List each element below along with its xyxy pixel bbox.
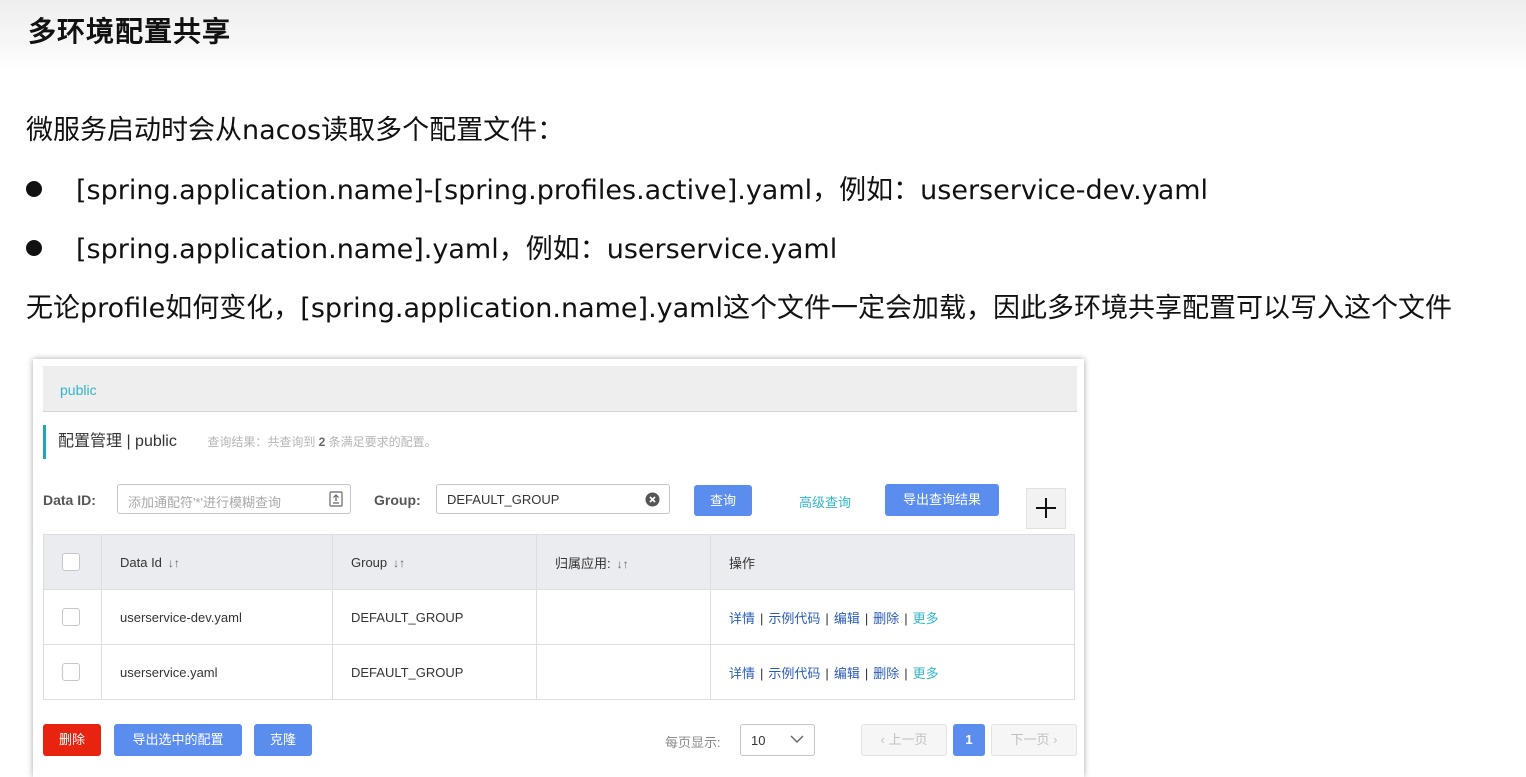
column-header-data-id[interactable]: Data Id ↓↑ (101, 534, 333, 590)
detail-link[interactable]: 详情 (729, 611, 755, 626)
group-cell: DEFAULT_GROUP (332, 644, 537, 700)
group-input[interactable]: DEFAULT_GROUP (436, 484, 670, 514)
bullet-text: [spring.application.name].yaml，例如：userse… (76, 234, 838, 265)
delete-link[interactable]: 删除 (873, 666, 899, 681)
group-label: Group: (374, 492, 421, 508)
row-select-cell (43, 644, 102, 700)
clear-icon[interactable] (645, 492, 660, 507)
actions-cell: 详情 | 示例代码 | 编辑 | 删除 | 更多 (710, 644, 1075, 700)
app-cell (536, 589, 711, 645)
slide-title: 多环境配置共享 (28, 15, 232, 48)
column-header-actions: 操作 (710, 534, 1075, 590)
upload-icon[interactable] (329, 491, 343, 507)
delete-link[interactable]: 删除 (873, 611, 899, 626)
group-value: DEFAULT_GROUP (447, 492, 560, 507)
namespace-bar: public (43, 366, 1077, 412)
bullet-dot-icon (26, 239, 42, 256)
namespace-tab-public[interactable]: public (60, 382, 97, 398)
advanced-query-link[interactable]: 高级查询 (799, 492, 851, 511)
more-link[interactable]: 更多 (913, 611, 939, 626)
more-link[interactable]: 更多 (913, 666, 939, 681)
chevron-left-icon: ‹ (880, 732, 885, 747)
prev-page-button[interactable]: ‹ 上一页 (861, 724, 947, 756)
actions-cell: 详情 | 示例代码 | 编辑 | 删除 | 更多 (710, 589, 1075, 645)
page-title-row: 配置管理 | public 查询结果：共查询到 2 条满足要求的配置。 (43, 425, 437, 459)
select-all-checkbox[interactable] (62, 553, 80, 571)
add-config-button[interactable] (1026, 488, 1066, 529)
data-id-placeholder: 添加通配符'*'进行模糊查询 (128, 495, 282, 510)
config-table: Data Id ↓↑ Group ↓↑ 归属应用: ↓↑ 操作 userservice… (43, 534, 1075, 700)
intro-text: 微服务启动时会从nacos读取多个配置文件： (26, 115, 565, 146)
data-id-label: Data ID: (43, 492, 96, 508)
bullet-item: [spring.application.name]-[spring.profil… (26, 168, 1208, 207)
nacos-config-panel: public 配置管理 | public 查询结果：共查询到 2 条满足要求的配… (33, 359, 1084, 777)
row-checkbox[interactable] (62, 663, 80, 681)
table-row: userservice-dev.yaml DEFAULT_GROUP 详情 | 示例… (43, 589, 1075, 645)
sort-icon[interactable]: ↓↑ (617, 557, 629, 571)
bullet-dot-icon (26, 180, 42, 197)
data-id-input[interactable]: 添加通配符'*'进行模糊查询 (117, 484, 351, 514)
chevron-down-icon (790, 735, 804, 743)
bullet-text: [spring.application.name]-[spring.profil… (76, 175, 1209, 206)
sort-icon[interactable]: ↓↑ (168, 556, 180, 570)
edit-link[interactable]: 编辑 (834, 611, 860, 626)
query-button[interactable]: 查询 (694, 485, 752, 516)
page-title: 配置管理 | public (58, 433, 177, 450)
group-cell: DEFAULT_GROUP (332, 589, 537, 645)
table-header-row: Data Id ↓↑ Group ↓↑ 归属应用: ↓↑ 操作 (43, 534, 1075, 590)
column-header-app[interactable]: 归属应用: ↓↑ (536, 534, 711, 590)
table-row: userservice.yaml DEFAULT_GROUP 详情 | 示例代码 | 编… (43, 644, 1075, 700)
row-select-cell (43, 589, 102, 645)
page-size-label: 每页显示: (665, 735, 721, 750)
detail-link[interactable]: 详情 (729, 666, 755, 681)
page-size-value: 10 (751, 733, 766, 748)
chevron-right-icon: › (1053, 732, 1058, 747)
batch-delete-button[interactable]: 删除 (43, 724, 101, 756)
sample-code-link[interactable]: 示例代码 (768, 611, 820, 626)
app-cell (536, 644, 711, 700)
conclusion-text: 无论profile如何变化，[spring.application.name].… (26, 293, 1452, 324)
page-number-1[interactable]: 1 (953, 724, 985, 756)
plus-icon (1036, 498, 1056, 518)
sample-code-link[interactable]: 示例代码 (768, 666, 820, 681)
export-selected-button[interactable]: 导出选中的配置 (114, 724, 242, 756)
page-size-select[interactable]: 10 (740, 724, 815, 756)
export-results-button[interactable]: 导出查询结果 (885, 484, 999, 516)
bullet-item: [spring.application.name].yaml，例如：userse… (26, 227, 837, 266)
edit-link[interactable]: 编辑 (834, 666, 860, 681)
data-id-cell: userservice.yaml (101, 644, 333, 700)
data-id-cell: userservice-dev.yaml (101, 589, 333, 645)
select-all-cell (43, 534, 102, 590)
row-checkbox[interactable] (62, 608, 80, 626)
next-page-button[interactable]: 下一页 › (991, 724, 1077, 756)
clone-button[interactable]: 克隆 (254, 724, 312, 756)
sort-icon[interactable]: ↓↑ (393, 556, 405, 570)
column-header-group[interactable]: Group ↓↑ (332, 534, 537, 590)
query-result-summary: 查询结果：共查询到 2 条满足要求的配置。 (207, 435, 437, 449)
